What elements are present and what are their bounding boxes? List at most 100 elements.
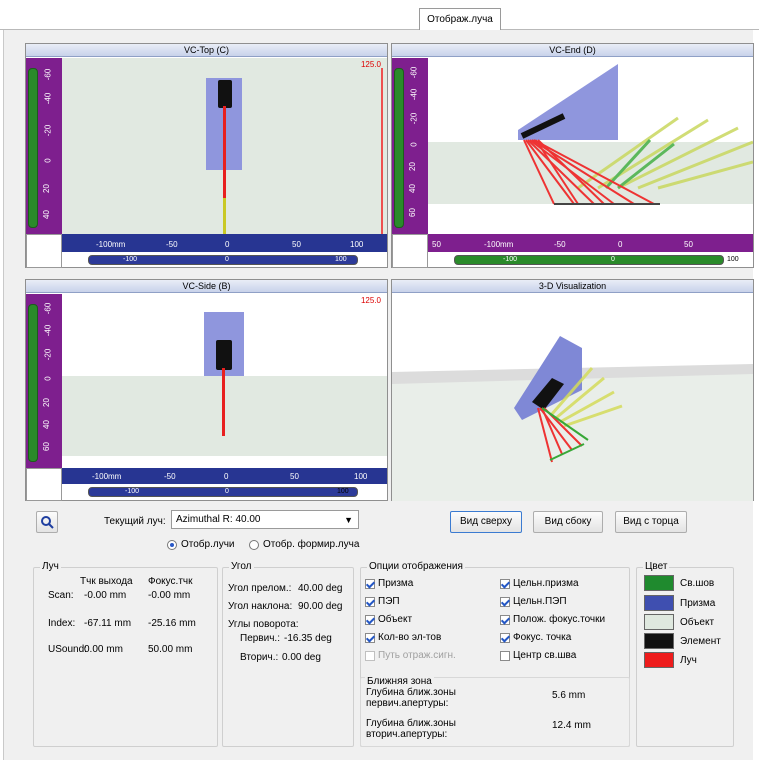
ruler-tick: 40 [41, 210, 51, 219]
view-vc-end[interactable]: VC-End (D) -60 -40 -20 0 20 40 60 50 -10… [391, 43, 754, 268]
ruler-tick: -40 [43, 92, 53, 105]
checkbox-object[interactable] [365, 615, 375, 625]
radio-show-forming[interactable] [249, 540, 259, 550]
corner-box [26, 234, 62, 268]
checkbox-focus-point[interactable] [500, 633, 510, 643]
checkbox-label: Центр св.шва [513, 650, 577, 661]
vertical-scrollbar[interactable] [28, 68, 38, 228]
color-label: Св.шов [680, 578, 715, 589]
beam-row-focus: -25.16 mm [148, 618, 196, 629]
magnifier-icon [41, 516, 54, 529]
color-swatch-weld[interactable] [644, 575, 674, 591]
corner-box [26, 468, 62, 501]
view-title: VC-Top (C) [26, 44, 387, 57]
checkbox-label: Фокус. точка [513, 632, 572, 643]
limit-line [381, 68, 383, 234]
ruler-tick: -20 [43, 124, 53, 137]
color-swatch-beam[interactable] [644, 652, 674, 668]
tilt-label: Угол наклона: [228, 601, 293, 612]
end-view-button[interactable]: Вид с торца [615, 511, 687, 533]
ruler-tick: 60 [41, 442, 51, 451]
checkbox-label: ПЭП [378, 596, 400, 607]
checkbox-weld-center[interactable] [500, 651, 510, 661]
3d-scene [392, 336, 753, 463]
display-options-title: Опции отображения [367, 561, 465, 572]
view-title: 3-D Visualization [392, 280, 753, 293]
ruler-tick: 0 [409, 142, 419, 147]
tab-beam-display[interactable]: Отображ.луча [419, 8, 501, 31]
beam-col-exit: Тчк выхода [80, 576, 133, 587]
vertical-scrollbar[interactable] [28, 304, 38, 462]
horizontal-ruler [428, 234, 753, 252]
checkbox-element-count[interactable] [365, 633, 375, 643]
beam-row-exit: -67.11 mm [84, 618, 132, 629]
color-swatch-prism[interactable] [644, 595, 674, 611]
beam-row-label: USound: [48, 644, 87, 655]
side-view-button[interactable]: Вид сбоку [533, 511, 603, 533]
color-swatch-object[interactable] [644, 614, 674, 630]
beam-line-tail [223, 198, 226, 234]
color-label: Луч [680, 655, 697, 666]
color-label: Элемент [680, 636, 721, 647]
checkbox-label: Цельн.ПЭП [513, 596, 567, 607]
beam-group-title: Луч [40, 561, 61, 572]
vertical-scrollbar[interactable] [394, 68, 404, 228]
ruler-tick: 0 [43, 158, 53, 163]
ruler-tick: 50 [684, 240, 693, 249]
view-vc-top[interactable]: VC-Top (C) 125.0 -60 -40 -20 0 20 40 -10… [25, 43, 388, 268]
view-3d[interactable]: 3-D Visualization [391, 279, 754, 501]
top-view-button[interactable]: Вид сверху [450, 511, 522, 533]
view-vc-side[interactable]: VC-Side (B) 125.0 -60 -40 -20 0 20 40 60… [25, 279, 388, 501]
ruler-tick: 60 [407, 208, 417, 217]
horizontal-scrollbar[interactable]: -100 0 100 [88, 487, 358, 497]
chevron-down-icon: ▼ [344, 515, 353, 525]
ruler-tick: 0 [618, 240, 623, 249]
near-zone-secondary-label: Глубина ближ.зоны вторич.апертуры: [366, 718, 456, 740]
current-beam-select[interactable]: Azimuthal R: 40.00 ▼ [171, 510, 359, 529]
zoom-button[interactable] [36, 511, 58, 533]
horizontal-scrollbar[interactable]: -100 0 100 [88, 255, 358, 265]
checkbox-solid-transducer[interactable] [500, 597, 510, 607]
tilt-value: 90.00 deg [298, 601, 343, 612]
beam-diagram [518, 64, 753, 205]
primary-rotation-value: -16.35 deg [284, 633, 332, 644]
checkbox-label: Кол-во эл-тов [378, 632, 442, 643]
secondary-rotation-value: 0.00 deg [282, 652, 321, 663]
checkbox-solid-prism[interactable] [500, 579, 510, 589]
element-shape [216, 340, 232, 370]
ruler-tick: 20 [407, 162, 417, 171]
ruler-tick: 50 [290, 472, 299, 481]
secondary-rotation-label: Вторич.: [240, 652, 279, 663]
checkbox-label: Цельн.призма [513, 578, 579, 589]
ruler-tick: -40 [43, 324, 53, 337]
ruler-tick: 100 [350, 240, 364, 249]
ruler-tick: -50 [164, 472, 176, 481]
ruler-tick: -50 [166, 240, 178, 249]
rotation-label: Углы поворота: [228, 619, 299, 630]
checkbox-prism[interactable] [365, 579, 375, 589]
checkbox-label: Объект [378, 614, 413, 625]
refraction-label: Угол прелом.: [228, 583, 292, 594]
horizontal-scrollbar[interactable]: -100 0 100 [454, 255, 739, 265]
tab-bar: Отображ.луча [0, 0, 759, 31]
near-zone-primary-value: 5.6 mm [552, 690, 586, 701]
ruler-tick: 50 [292, 240, 301, 249]
refraction-value: 40.00 deg [298, 583, 343, 594]
ruler-tick: -20 [43, 348, 53, 361]
ruler-tick: 0 [225, 240, 230, 249]
checkbox-focus-position[interactable] [500, 615, 510, 625]
checkbox-label: Призма [378, 578, 414, 589]
beam-row-exit: 0.00 mm [84, 644, 123, 655]
checkbox-transducer[interactable] [365, 597, 375, 607]
radio-show-beams[interactable] [167, 540, 177, 550]
corner-box [392, 234, 428, 268]
checkbox-label: Полож. фокус.точки [513, 614, 606, 625]
ruler-tick: -20 [409, 112, 419, 125]
ruler-tick: -100mm [92, 472, 122, 481]
color-swatch-element[interactable] [644, 633, 674, 649]
checkbox-reflection-path[interactable] [365, 651, 375, 661]
radio-show-forming-label: Отобр. формир.луча [263, 539, 360, 550]
beam-row-focus: -0.00 mm [148, 590, 191, 601]
ruler-tick: 40 [407, 184, 417, 193]
view-title: VC-End (D) [392, 44, 753, 57]
